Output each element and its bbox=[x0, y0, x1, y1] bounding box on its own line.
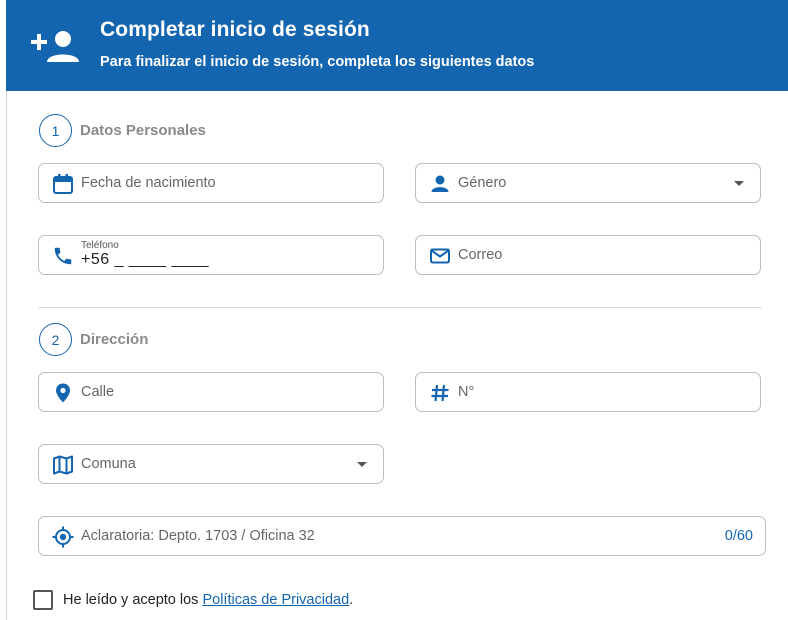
step-personal-data: 1 Datos Personales bbox=[39, 114, 206, 147]
section-divider bbox=[38, 307, 762, 308]
privacy-checkbox[interactable] bbox=[33, 590, 53, 610]
map-icon bbox=[52, 454, 74, 476]
chevron-down-icon[interactable] bbox=[357, 462, 367, 467]
gender-placeholder: Género bbox=[458, 175, 507, 191]
clarification-field[interactable]: Aclaratoria: Depto. 1703 / Oficina 32 0/… bbox=[38, 516, 766, 556]
target-icon bbox=[52, 526, 74, 548]
privacy-consent-text: He leído y acepto los Políticas de Priva… bbox=[63, 592, 353, 608]
phone-icon bbox=[52, 245, 74, 267]
gender-select[interactable]: Género bbox=[415, 163, 761, 203]
step-label: Datos Personales bbox=[80, 122, 206, 139]
email-field[interactable]: Correo bbox=[415, 235, 761, 275]
consent-text: He leído y acepto los bbox=[63, 592, 203, 608]
email-placeholder: Correo bbox=[458, 247, 503, 263]
commune-placeholder: Comuna bbox=[81, 456, 136, 472]
phone-value: +56 _ ____ ____ bbox=[81, 251, 210, 268]
location-pin-icon bbox=[52, 382, 74, 404]
step-number: 1 bbox=[39, 114, 72, 147]
birthdate-placeholder: Fecha de nacimiento bbox=[81, 175, 216, 191]
privacy-policy-link[interactable]: Políticas de Privacidad bbox=[202, 592, 349, 608]
step-label: Dirección bbox=[80, 331, 149, 348]
character-counter: 0/60 bbox=[724, 528, 753, 544]
person-icon bbox=[429, 173, 451, 195]
step-address: 2 Dirección bbox=[39, 323, 148, 356]
step-number: 2 bbox=[39, 323, 72, 356]
phone-field[interactable]: Teléfono +56 _ ____ ____ bbox=[38, 235, 384, 275]
hash-icon bbox=[429, 382, 451, 404]
clarification-placeholder: Aclaratoria: Depto. 1703 / Oficina 32 bbox=[81, 528, 315, 544]
chevron-down-icon[interactable] bbox=[734, 181, 744, 186]
page-header: Completar inicio de sesión Para finaliza… bbox=[6, 0, 788, 91]
page-title: Completar inicio de sesión bbox=[100, 18, 370, 41]
commune-select[interactable]: Comuna bbox=[38, 444, 384, 484]
page-subtitle: Para finalizar el inicio de sesión, comp… bbox=[100, 54, 535, 70]
birthdate-field[interactable]: Fecha de nacimiento bbox=[38, 163, 384, 203]
calendar-icon bbox=[52, 173, 74, 195]
add-user-icon bbox=[31, 31, 79, 62]
number-field[interactable]: N° bbox=[415, 372, 761, 412]
mail-icon bbox=[429, 245, 451, 267]
street-field[interactable]: Calle bbox=[38, 372, 384, 412]
street-placeholder: Calle bbox=[81, 384, 115, 400]
number-placeholder: N° bbox=[458, 384, 475, 400]
consent-suffix: . bbox=[349, 592, 354, 608]
phone-label: Teléfono bbox=[81, 240, 119, 251]
